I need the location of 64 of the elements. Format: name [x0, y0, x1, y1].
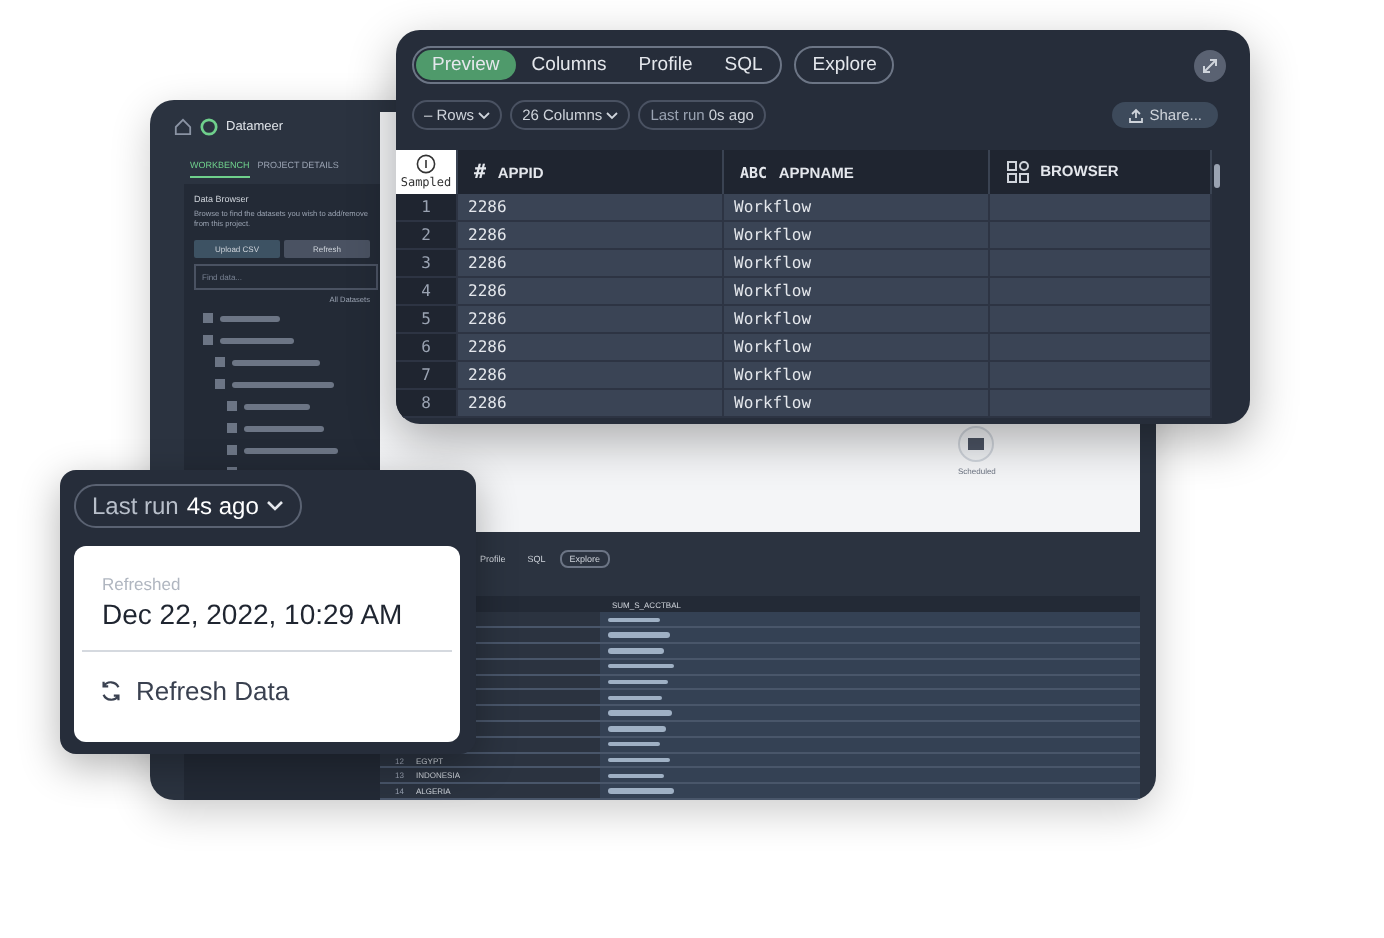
- caret-icon: [606, 112, 619, 120]
- grid-icon: [1006, 160, 1030, 184]
- share-icon: [1127, 107, 1144, 123]
- table-cell: Workflow: [723, 305, 989, 333]
- calendar-icon[interactable]: [958, 426, 995, 462]
- scrollbar[interactable]: [1214, 164, 1220, 188]
- blurred-text: [232, 359, 320, 366]
- table-cell: Workflow: [723, 221, 989, 249]
- row-number: 6: [396, 333, 457, 361]
- row-number: 3: [396, 249, 457, 277]
- tab[interactable]: Profile: [622, 50, 709, 80]
- info-icon: [416, 154, 436, 174]
- table-cell: 2286: [457, 333, 723, 361]
- table-cell: 2286: [457, 277, 723, 305]
- blurred-text: [608, 773, 664, 779]
- blurred-text: [608, 788, 674, 794]
- blurred-text: [220, 315, 280, 322]
- blurred-text: [608, 617, 660, 623]
- table-cell: Workflow: [723, 389, 989, 417]
- row-number: 4: [396, 277, 457, 305]
- row-number: 1: [396, 194, 457, 221]
- blurred-text: [244, 403, 310, 410]
- row-number: 5: [396, 305, 457, 333]
- last-run-button[interactable]: Last run 4s ago: [74, 484, 303, 528]
- blurred-text: [220, 337, 294, 344]
- blurred-text: [608, 632, 670, 638]
- refreshed-time: Dec 22, 2022, 10:29 AM: [100, 598, 405, 630]
- table-cell: Workflow: [723, 194, 989, 221]
- blurred-text: [608, 757, 670, 763]
- home-icon[interactable]: [174, 117, 192, 135]
- expand-button[interactable]: [1194, 49, 1226, 81]
- caret-icon: [266, 500, 285, 512]
- blurred-text: [608, 695, 662, 701]
- table-cell: Workflow: [723, 277, 989, 305]
- table-cell: 2286: [457, 361, 723, 389]
- expand-icon: [1200, 55, 1220, 75]
- explore-button[interactable]: Explore: [794, 46, 895, 84]
- row-number: 7: [396, 361, 457, 389]
- logo-icon: [200, 117, 218, 135]
- blurred-text: [244, 447, 338, 454]
- caret-icon: [478, 112, 491, 120]
- blurred-text: [608, 679, 668, 685]
- blurred-text: [232, 381, 334, 388]
- row-number: 2: [396, 221, 457, 249]
- tab[interactable]: Columns: [515, 50, 623, 80]
- blurred-text: [244, 425, 324, 432]
- table-cell: Workflow: [723, 361, 989, 389]
- table-cell: 2286: [457, 389, 723, 417]
- table-cell: Workflow: [723, 333, 989, 361]
- blurred-text: [608, 741, 660, 747]
- blurred-text: [608, 648, 664, 654]
- table-cell: 2286: [457, 221, 723, 249]
- refresh-data-button[interactable]: Refresh Data: [98, 676, 290, 706]
- blurred-text: [608, 663, 674, 669]
- row-number: 8: [396, 389, 457, 417]
- refresh-icon: [98, 678, 124, 704]
- table-cell: 2286: [457, 194, 723, 221]
- table-cell: Workflow: [723, 249, 989, 277]
- refreshed-label: Refreshed: [100, 574, 183, 594]
- tab[interactable]: SQL: [708, 50, 779, 80]
- blurred-text: [608, 726, 666, 732]
- table-cell: 2286: [457, 249, 723, 277]
- blurred-text: [608, 710, 672, 716]
- table-cell: 2286: [457, 305, 723, 333]
